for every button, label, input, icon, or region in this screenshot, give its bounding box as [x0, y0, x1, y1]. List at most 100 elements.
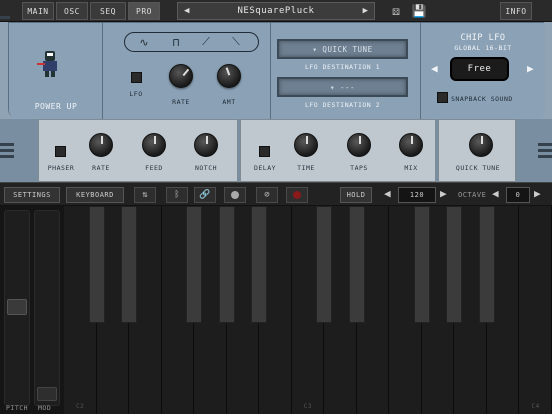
tab-seq[interactable]: SEQ [90, 2, 126, 20]
lfo-destination-1-select[interactable]: ▾ QUICK TUNE [277, 39, 408, 59]
keyboard-toolbar: SETTINGS KEYBOARD ⇅ ᛒ 🔗 ⊘ HOLD ◀ 120 ▶ O… [0, 182, 552, 206]
mode-next-icon[interactable]: ▶ [527, 62, 534, 75]
lfo-label: LFO [129, 90, 143, 98]
delay-taps-knob[interactable] [347, 133, 371, 157]
mod-label: MOD [38, 404, 52, 412]
mod-wheel-handle[interactable] [37, 387, 57, 401]
saw-wave-icon[interactable]: ⟋ [195, 35, 217, 49]
stop-icon[interactable]: ⊘ [256, 187, 278, 203]
sine-wave-icon[interactable]: ∿ [133, 35, 155, 49]
octave-down-icon[interactable]: ◀ [492, 187, 499, 200]
black-key[interactable] [316, 206, 333, 323]
phaser-toggle[interactable] [55, 146, 66, 157]
hold-button[interactable]: HOLD [340, 187, 372, 203]
phaser-rate-knob[interactable] [89, 133, 113, 157]
mode-prev-icon[interactable]: ◀ [431, 62, 438, 75]
pitch-label: PITCH [6, 404, 29, 412]
tab-osc[interactable]: OSC [56, 2, 88, 20]
octave-mark-label: C3 [303, 403, 312, 410]
octave-up-icon[interactable]: ▶ [534, 187, 541, 200]
preset-selector[interactable]: ◀ NESquarePluck ▶ [177, 2, 375, 20]
settings-button[interactable]: SETTINGS [4, 187, 60, 203]
pitch-wheel[interactable] [4, 210, 30, 406]
preset-name: NESquarePluck [237, 6, 315, 16]
delay-section: DELAY TIME TAPS MIX [240, 119, 436, 182]
app-window: MAIN OSC SEQ PRO ◀ NESquarePluck ▶ ⚄ 💾 I… [0, 0, 552, 414]
save-icon[interactable]: 💾 [411, 3, 427, 19]
record-icon[interactable] [286, 187, 308, 203]
keyboard-button[interactable]: KEYBOARD [66, 187, 124, 203]
next-preset-icon[interactable]: ▶ [363, 6, 368, 16]
delay-label: DELAY [253, 164, 277, 172]
phaser-notch-knob[interactable] [194, 133, 218, 157]
delay-mix-label: MIX [404, 164, 418, 172]
delay-time-label: TIME [297, 164, 315, 172]
black-key[interactable] [186, 206, 203, 323]
black-key[interactable] [413, 206, 430, 323]
lfo-mode-button[interactable]: Free [450, 57, 509, 81]
phaser-section: PHASER RATE FEED NOTCH [38, 119, 238, 182]
wheels-area: PITCH MOD [0, 206, 64, 414]
tempo-down-icon[interactable]: ◀ [384, 187, 391, 200]
phaser-feed-knob[interactable] [142, 133, 166, 157]
tab-main[interactable]: MAIN [22, 2, 54, 20]
tempo-up-icon[interactable]: ▶ [440, 187, 447, 200]
phaser-notch-label: NOTCH [194, 164, 218, 172]
mod-wheel[interactable] [34, 210, 60, 406]
mascot-icon [33, 49, 67, 79]
chip-lfo-subtitle: GLOBAL 16-BIT [454, 44, 512, 52]
octave-field[interactable]: 0 [506, 187, 530, 203]
logo-text: POWER UP [34, 102, 78, 111]
quick-tune-section: QUICK TUNE [438, 119, 516, 182]
snapback-label: SNAPBACK SOUND [451, 95, 513, 103]
black-key[interactable] [218, 206, 235, 323]
octave-label: OCTAVE [458, 191, 487, 199]
waveform-selector[interactable]: ∿ ⊓ ⟋ ⟍ [124, 32, 259, 52]
lfo-panel: POWER UP ∿ ⊓ ⟋ ⟍ LFO RATE AMT ▾ QUICK TU… [0, 16, 552, 120]
info-button[interactable]: INFO [500, 2, 532, 20]
arpeggio-icon[interactable]: ⇅ [134, 187, 156, 203]
lfo-amount-knob[interactable] [217, 64, 241, 88]
chip-lfo-title: CHIP LFO [460, 33, 506, 43]
square-wave-icon[interactable]: ⊓ [165, 35, 187, 49]
phaser-feed-label: FEED [145, 164, 163, 172]
tempo-field[interactable]: 120 [398, 187, 436, 203]
bluetooth-icon[interactable]: ᛒ [166, 187, 188, 203]
quick-tune-knob[interactable] [469, 133, 493, 157]
octave-mark-label: C4 [531, 403, 540, 410]
quick-tune-label: QUICK TUNE [455, 164, 501, 172]
pitch-wheel-handle[interactable] [7, 299, 27, 315]
ramp-wave-icon[interactable]: ⟍ [225, 35, 247, 49]
lfo-rate-label: RATE [172, 98, 190, 106]
delay-taps-label: TAPS [350, 164, 368, 172]
delay-toggle[interactable] [259, 146, 270, 157]
black-key[interactable] [348, 206, 365, 323]
delay-time-knob[interactable] [294, 133, 318, 157]
black-key[interactable] [446, 206, 463, 323]
octave-mark-label: C2 [76, 403, 85, 410]
piano-keyboard: C2 C3 C4 [64, 206, 552, 414]
link-icon[interactable]: 🔗 [194, 187, 216, 203]
lfo-destination-2-label: LFO DESTINATION 2 [304, 101, 381, 109]
delay-mix-knob[interactable] [399, 133, 423, 157]
white-key[interactable] [519, 206, 552, 414]
lfo-destination-1-label: LFO DESTINATION 1 [304, 63, 381, 71]
lfo-toggle[interactable] [131, 72, 142, 83]
logo-section: POWER UP [9, 23, 103, 120]
snapback-checkbox[interactable] [437, 92, 448, 103]
randomize-icon[interactable]: ⚄ [388, 3, 404, 19]
fx-row: PHASER RATE FEED NOTCH DELAY TIME TAPS M… [0, 119, 552, 182]
lfo-rate-knob[interactable] [169, 64, 193, 88]
black-key[interactable] [251, 206, 268, 323]
black-key[interactable] [121, 206, 138, 323]
record-dot-icon[interactable] [224, 187, 246, 203]
prev-preset-icon[interactable]: ◀ [184, 6, 189, 16]
tab-pro[interactable]: PRO [128, 2, 160, 20]
vent-left [0, 16, 10, 19]
lfo-section: ∿ ⊓ ⟋ ⟍ LFO RATE AMT [103, 23, 271, 120]
phaser-label: PHASER [47, 164, 75, 172]
lfo-destination-2-select[interactable]: ▾ --- [277, 77, 408, 97]
top-bar: MAIN OSC SEQ PRO ◀ NESquarePluck ▶ ⚄ 💾 I… [0, 0, 552, 22]
black-key[interactable] [478, 206, 495, 323]
black-key[interactable] [88, 206, 105, 323]
